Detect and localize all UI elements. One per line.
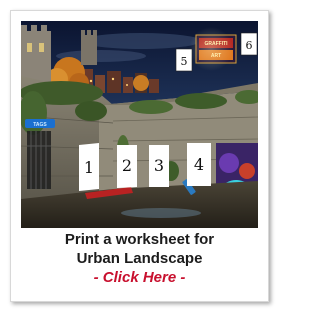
panel-4: 4 <box>187 143 211 186</box>
svg-text:TAGS: TAGS <box>33 122 47 128</box>
svg-text:1: 1 <box>84 158 94 177</box>
panel-1: 1 <box>79 143 99 191</box>
panel-2: 2 <box>117 145 137 188</box>
page: GRAFFITI ART 5 6 TAGS 1 2 3 4 Print a wo… <box>0 0 281 310</box>
puddle <box>121 208 201 218</box>
svg-text:6: 6 <box>246 39 253 52</box>
svg-text:5: 5 <box>181 55 188 68</box>
sign-six: 6 <box>240 32 258 56</box>
caption-line-1: Print a worksheet for <box>64 231 215 248</box>
click-here-link[interactable]: - Click Here - <box>11 268 268 287</box>
svg-text:2: 2 <box>122 156 132 175</box>
worksheet-card: GRAFFITI ART 5 6 TAGS 1 2 3 4 Print a wo… <box>10 10 269 302</box>
iron-gate <box>27 131 51 189</box>
graffiti-tag: TAGS <box>25 119 55 128</box>
urban-landscape-artwork-link[interactable]: GRAFFITI ART 5 6 TAGS 1 2 3 4 <box>21 21 258 228</box>
panel-3: 3 <box>149 145 169 187</box>
caption-line-2: Urban Landscape <box>76 250 203 267</box>
svg-text:3: 3 <box>154 156 164 175</box>
svg-text:4: 4 <box>194 155 204 174</box>
urban-landscape-artwork: GRAFFITI ART 5 6 TAGS 1 2 3 4 <box>21 21 258 228</box>
caption: Print a worksheet for Urban Landscape - … <box>11 230 268 287</box>
